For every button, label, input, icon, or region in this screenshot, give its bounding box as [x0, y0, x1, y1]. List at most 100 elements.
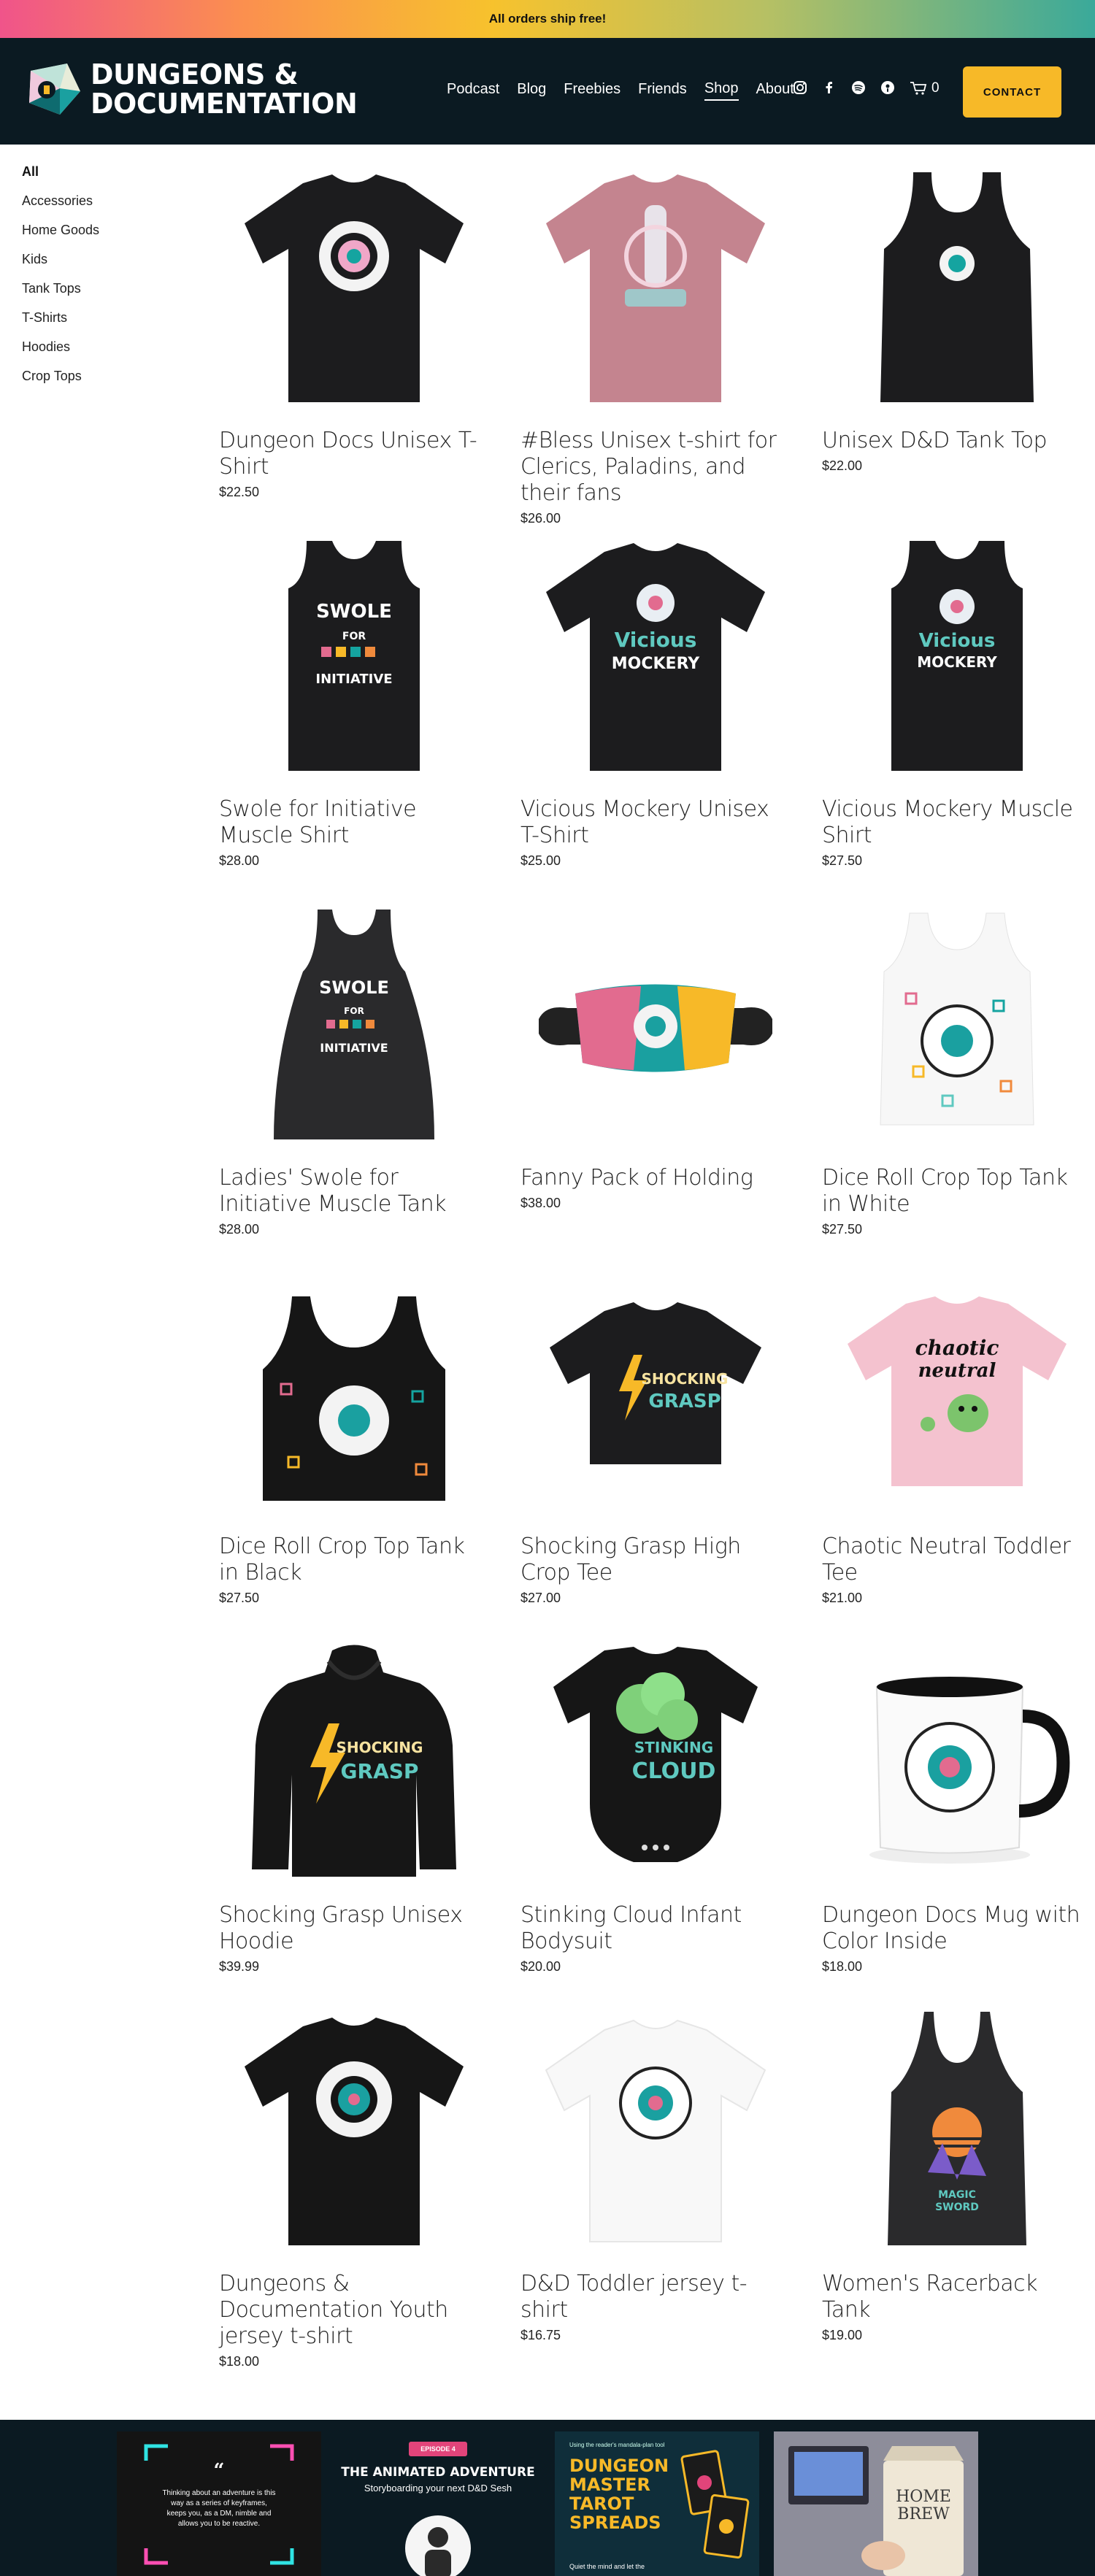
podcast-icon[interactable] — [880, 80, 896, 96]
nav-blog[interactable]: Blog — [517, 81, 546, 100]
product-image[interactable] — [822, 158, 1092, 420]
feed-thumbnail[interactable]: EPISODE 4 THE ANIMATED ADVENTURE Storybo… — [336, 2431, 540, 2576]
product-title[interactable]: Swole for Initiative Muscle Shirt — [219, 796, 489, 849]
product-image[interactable] — [520, 2001, 791, 2264]
product-image[interactable]: Vicious MOCKERY — [520, 526, 791, 789]
product-image[interactable] — [822, 895, 1092, 1158]
product-card[interactable]: D&D Toddler jersey t-shirt $16.75 — [520, 2001, 791, 2343]
product-image[interactable] — [520, 158, 791, 420]
category-accessories[interactable]: Accessories — [22, 193, 99, 223]
svg-text:MAGIC: MAGIC — [938, 2189, 976, 2201]
thumb-portrait-image — [405, 2515, 471, 2576]
product-image[interactable]: SHOCKING GRASP — [520, 1264, 791, 1526]
product-price: $18.00 — [219, 2354, 260, 2369]
site-header: DUNGEONS & DOCUMENTATION Podcast Blog Fr… — [0, 38, 1095, 145]
nav-friends[interactable]: Friends — [638, 81, 687, 100]
product-title[interactable]: Vicious Mockery Muscle Shirt — [822, 796, 1092, 849]
nav-freebies[interactable]: Freebies — [564, 81, 620, 100]
product-card[interactable]: SHOCKING GRASP Shocking Grasp High Crop T… — [520, 1264, 791, 1606]
contact-button[interactable]: CONTACT — [963, 66, 1061, 118]
product-title[interactable]: D&D Toddler jersey t-shirt — [520, 2271, 791, 2323]
svg-text:STINKING: STINKING — [634, 1739, 713, 1756]
nav-about[interactable]: About — [756, 81, 794, 100]
category-all[interactable]: All — [22, 164, 99, 193]
product-title[interactable]: Dice Roll Crop Top Tank in White — [822, 1165, 1092, 1218]
category-tank-tops[interactable]: Tank Tops — [22, 281, 99, 310]
product-title[interactable]: Vicious Mockery Unisex T-Shirt — [520, 796, 791, 849]
product-title[interactable]: Dungeons & Documentation Youth jersey t-… — [219, 2271, 489, 2350]
product-card[interactable]: Dungeon Docs Unisex T-Shirt $22.50 — [219, 158, 489, 500]
product-title[interactable]: Dungeon Docs Unisex T-Shirt — [219, 428, 489, 480]
facebook-icon[interactable] — [822, 80, 838, 96]
product-price: $22.50 — [219, 485, 260, 499]
product-title[interactable]: Women's Racerback Tank — [822, 2271, 1092, 2323]
product-image[interactable]: MAGIC SWORD — [822, 2001, 1092, 2264]
spotify-icon[interactable] — [851, 80, 867, 96]
thumb-title: DUNGEON MASTER TAROT SPREADS — [569, 2456, 669, 2533]
product-card[interactable]: MAGIC SWORD Women's Racerback Tank $19.00 — [822, 2001, 1092, 2343]
product-image[interactable] — [520, 895, 791, 1158]
product-card[interactable]: Dungeons & Documentation Youth jersey t-… — [219, 2001, 489, 2369]
nav-podcast[interactable]: Podcast — [447, 81, 499, 100]
product-title[interactable]: Shocking Grasp Unisex Hoodie — [219, 1902, 489, 1955]
product-image[interactable]: Vicious MOCKERY — [822, 526, 1092, 789]
product-card[interactable]: Vicious MOCKERY Vicious Mockery Muscle Sh… — [822, 526, 1092, 869]
feed-thumbnail[interactable]: HOME BREW — [774, 2431, 978, 2576]
thumb-label: HOME BREW — [896, 2488, 951, 2523]
product-card[interactable]: Dungeon Docs Mug with Color Inside $18.0… — [822, 1632, 1092, 1975]
category-crop-tops[interactable]: Crop Tops — [22, 369, 99, 398]
product-card[interactable]: SWOLE FOR INITIATIVE Ladies' Swole for Ini… — [219, 895, 489, 1237]
product-price: $22.00 — [822, 458, 863, 473]
product-card[interactable]: Unisex D&D Tank Top $22.00 — [822, 158, 1092, 474]
category-kids[interactable]: Kids — [22, 252, 99, 281]
product-title[interactable]: Shocking Grasp High Crop Tee — [520, 1534, 791, 1586]
announcement-text: All orders ship free! — [488, 12, 607, 26]
product-image[interactable] — [219, 1264, 489, 1526]
logo-line-2: DOCUMENTATION — [91, 88, 358, 120]
product-title[interactable]: Unisex D&D Tank Top — [822, 428, 1092, 454]
product-image[interactable] — [219, 2001, 489, 2264]
cart-count: 0 — [931, 80, 940, 96]
svg-text:SHOCKING: SHOCKING — [337, 1739, 423, 1756]
product-image[interactable]: SWOLE FOR INITIATIVE — [219, 895, 489, 1158]
category-hoodies[interactable]: Hoodies — [22, 339, 99, 369]
product-card[interactable]: Vicious MOCKERY Vicious Mockery Unisex T-… — [520, 526, 791, 869]
product-image[interactable]: SHOCKING GRASP — [219, 1632, 489, 1895]
product-card[interactable]: chaotic neutral Chaotic Neutral Toddler T… — [822, 1264, 1092, 1606]
product-title[interactable]: Dungeon Docs Mug with Color Inside — [822, 1902, 1092, 1955]
product-title[interactable]: Ladies' Swole for Initiative Muscle Tank — [219, 1165, 489, 1218]
product-card[interactable]: STINKING CLOUD Stinking Cloud Infant Body… — [520, 1632, 791, 1975]
product-price: $38.00 — [520, 1196, 561, 1210]
product-image[interactable] — [822, 1632, 1092, 1895]
product-title[interactable]: Stinking Cloud Infant Bodysuit — [520, 1902, 791, 1955]
logo-line-1: DUNGEONS & — [91, 58, 299, 91]
tarot-cards-image — [680, 2450, 750, 2559]
svg-text:MOCKERY: MOCKERY — [612, 655, 701, 673]
category-home-goods[interactable]: Home Goods — [22, 223, 99, 252]
product-image[interactable]: chaotic neutral — [822, 1264, 1092, 1526]
cart-link[interactable]: 0 — [910, 80, 961, 96]
feed-thumbnail[interactable]: “ Thinking about an adventure is this wa… — [117, 2431, 321, 2576]
product-price: $27.50 — [822, 1222, 863, 1237]
site-logo[interactable]: DUNGEONS & DOCUMENTATION — [25, 58, 358, 120]
product-card[interactable]: Fanny Pack of Holding $38.00 — [520, 895, 791, 1211]
product-image[interactable] — [219, 158, 489, 420]
thumb-bottom-caption: Quiet the mind and let the — [569, 2563, 645, 2570]
instagram-icon[interactable] — [793, 80, 809, 96]
product-title[interactable]: Chaotic Neutral Toddler Tee — [822, 1534, 1092, 1586]
nav-shop[interactable]: Shop — [704, 80, 739, 101]
product-card[interactable]: #Bless Unisex t-shirt for Clerics, Palad… — [520, 158, 791, 526]
feed-thumbnail[interactable]: Using the reader's mandala-plan tool DUN… — [555, 2431, 759, 2576]
product-card[interactable]: SHOCKING GRASP Shocking Grasp Unisex Hood… — [219, 1632, 489, 1975]
product-image[interactable]: SWOLE FOR INITIATIVE — [219, 526, 489, 789]
product-title[interactable]: Fanny Pack of Holding — [520, 1165, 791, 1191]
product-title[interactable]: #Bless Unisex t-shirt for Clerics, Palad… — [520, 428, 791, 507]
product-card[interactable]: Dice Roll Crop Top Tank in White $27.50 — [822, 895, 1092, 1237]
product-image[interactable]: STINKING CLOUD — [520, 1632, 791, 1895]
product-title[interactable]: Dice Roll Crop Top Tank in Black — [219, 1534, 489, 1586]
category-t-shirts[interactable]: T-Shirts — [22, 310, 99, 339]
product-card[interactable]: Dice Roll Crop Top Tank in Black $27.50 — [219, 1264, 489, 1606]
svg-text:SWOLE: SWOLE — [319, 977, 389, 998]
svg-text:GRASP: GRASP — [648, 1391, 721, 1412]
product-card[interactable]: SWOLE FOR INITIATIVE Swole for Initiative … — [219, 526, 489, 869]
